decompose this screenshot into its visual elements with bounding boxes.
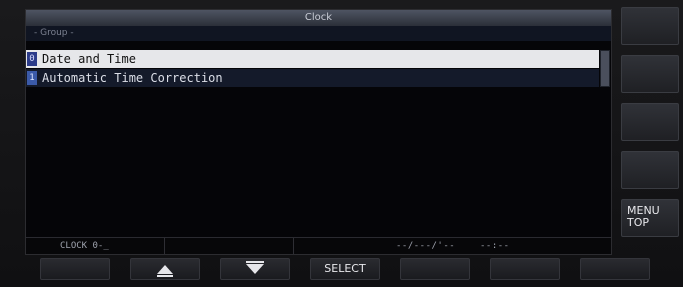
menu-screen: Clock - Group - 0 Date and Time 1 Automa… — [25, 9, 612, 255]
menu-item-automatic-time-correction[interactable]: 1 Automatic Time Correction — [26, 69, 599, 87]
side-key-3[interactable] — [621, 103, 679, 141]
status-divider — [164, 238, 165, 254]
menu-item-label: Date and Time — [42, 52, 136, 66]
cursor-down-key[interactable] — [220, 258, 290, 280]
menu-top-label: MENU TOP — [627, 204, 660, 229]
select-label: SELECT — [324, 262, 366, 275]
select-key[interactable]: SELECT — [310, 258, 380, 280]
down-triangle-icon — [246, 261, 264, 274]
up-triangle-icon — [157, 264, 173, 277]
group-header: - Group - — [26, 26, 611, 41]
status-time: --:-- — [480, 241, 510, 251]
scrollbar[interactable] — [600, 50, 610, 87]
cursor-up-key[interactable] — [130, 258, 200, 280]
function-key-7[interactable] — [580, 258, 650, 280]
screen-title: Clock — [26, 10, 611, 26]
status-bar: CLOCK 0-_ --/---/'-- --:-- — [26, 237, 611, 254]
side-key-2[interactable] — [621, 55, 679, 93]
function-key-5[interactable] — [400, 258, 470, 280]
status-divider — [293, 238, 294, 254]
function-key-6[interactable] — [490, 258, 560, 280]
function-key-1[interactable] — [40, 258, 110, 280]
menu-code: CLOCK 0-_ — [60, 241, 109, 251]
menu-item-label: Automatic Time Correction — [42, 71, 223, 85]
status-date: --/---/'-- — [396, 241, 456, 251]
side-key-4[interactable] — [621, 151, 679, 189]
side-key-1[interactable] — [621, 7, 679, 45]
menu-top-key[interactable]: MENU TOP — [621, 199, 679, 237]
menu-item-index: 0 — [27, 52, 37, 66]
menu-item-date-and-time[interactable]: 0 Date and Time — [26, 50, 599, 68]
menu-item-index: 1 — [27, 71, 37, 85]
